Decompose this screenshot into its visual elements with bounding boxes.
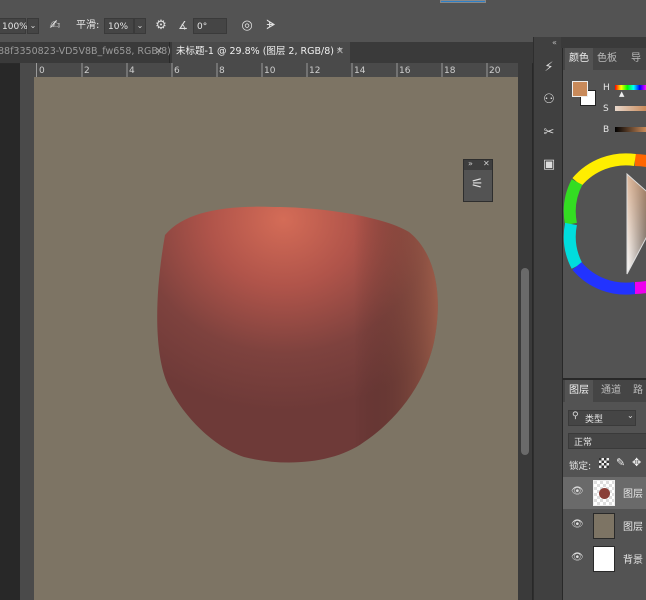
close-icon[interactable]: ✕ <box>155 42 163 62</box>
close-icon[interactable]: ✕ <box>336 42 344 62</box>
ruler-tick-label: 12 <box>309 66 320 76</box>
angle-icon: ∡ <box>178 19 188 32</box>
document-thumbnail <box>440 0 486 3</box>
color-panel-tabs: 颜色 色板 导 <box>563 48 646 70</box>
saturation-slider[interactable] <box>615 106 646 111</box>
panel-header-strip <box>561 37 646 48</box>
visibility-eye-icon[interactable]: 👁 <box>571 519 584 530</box>
tab-swatches[interactable]: 色板 <box>593 48 621 70</box>
clone-source-icon[interactable]: ⚇ <box>538 89 560 111</box>
chevron-down-icon: ⌄ <box>627 411 634 420</box>
ruler-tick-label: 4 <box>129 66 135 76</box>
layer-name[interactable]: 背景 <box>623 551 643 566</box>
layer-row-background[interactable]: 👁 背景 <box>563 543 646 575</box>
gear-icon[interactable]: ⚙ <box>152 18 170 34</box>
search-icon: ⚲ <box>572 411 579 421</box>
tool-presets-icon[interactable]: ✂ <box>538 122 560 144</box>
airbrush-pressure-icon[interactable]: ✍ <box>46 18 64 34</box>
ruler-tick-label: 10 <box>264 66 276 76</box>
layer-filter-dropdown[interactable]: ⚲ 类型 ⌄ <box>568 410 636 426</box>
panel-dock: « ⚡ ⚇ ✂ ▣ <box>533 37 562 600</box>
layers-panel-tabs: 图层 通道 路 <box>563 380 646 402</box>
ruler-tick-label: 18 <box>444 66 456 76</box>
layer-name[interactable]: 图层 2 <box>623 485 646 500</box>
tab-color[interactable]: 颜色 <box>565 48 593 70</box>
lock-position-icon[interactable]: ✥ <box>632 456 641 469</box>
tab-guides[interactable]: 导 <box>627 48 645 70</box>
layer-thumbnail <box>593 513 615 539</box>
scrollbar-thumb[interactable] <box>521 268 529 455</box>
blend-mode-dropdown[interactable]: 正常 <box>568 433 646 449</box>
tab-channels[interactable]: 通道 <box>597 380 625 402</box>
document-canvas[interactable] <box>34 77 518 600</box>
angle-field[interactable]: 0° <box>193 18 227 34</box>
color-panel: 颜色 色板 导 H ▲ S B <box>563 48 646 378</box>
pasteboard <box>0 77 20 600</box>
ruler-corner <box>20 63 34 77</box>
tab-document-2[interactable]: 未标题-1 @ 29.8% (图层 2, RGB/8) * ✕ <box>172 42 350 63</box>
brightness-slider[interactable] <box>615 127 646 132</box>
tab-document-1[interactable]: 88f3350823-VD5V8B_fw658, RGB/8) ✕ <box>0 42 171 63</box>
painted-shape <box>157 206 438 463</box>
filter-label: 类型 <box>585 415 604 425</box>
tab-paths[interactable]: 路 <box>629 380 646 402</box>
ruler-tick-label: 14 <box>354 66 366 76</box>
visibility-eye-icon[interactable]: 👁 <box>571 486 584 497</box>
history-icon[interactable]: ▣ <box>538 154 560 176</box>
ruler-ticks: 0 2 4 6 8 10 12 14 16 18 20 <box>36 63 501 77</box>
collapse-dock-icon[interactable]: « <box>552 38 557 47</box>
pressure-size-icon[interactable]: ◎ <box>238 18 256 34</box>
visibility-eye-icon[interactable]: 👁 <box>571 552 584 563</box>
document-tab-bar: 88f3350823-VD5V8B_fw658, RGB/8) ✕ 未标题-1 … <box>0 42 534 64</box>
slider-label-b: B <box>603 125 610 135</box>
layers-panel: 图层 通道 路 ⚲ 类型 ⌄ 正常 锁定: ✎ ✥ 👁 图层 2 👁 图层 1 … <box>563 380 646 600</box>
opacity-field[interactable]: 100% <box>0 18 28 34</box>
thumbnail-shape <box>599 488 610 499</box>
ruler-tick-label: 2 <box>84 66 90 76</box>
horizontal-ruler: 0 2 4 6 8 10 12 14 16 18 20 <box>34 63 518 78</box>
collapse-icon[interactable]: » <box>468 159 473 168</box>
brush-presets-icon[interactable]: ⚡ <box>538 57 560 79</box>
ruler-tick-label: 0 <box>39 66 45 76</box>
layer-thumbnail <box>593 480 615 506</box>
floating-panel: » ✕ ⚟ <box>463 159 493 202</box>
smoothing-dropdown[interactable]: ⌄ <box>134 18 146 34</box>
tab-layers[interactable]: 图层 <box>565 380 593 402</box>
brush-settings-icon[interactable]: ⚟ <box>471 176 484 192</box>
slider-label-h: H <box>603 83 610 93</box>
layer-name[interactable]: 图层 1 <box>623 518 646 533</box>
tab-label: 未标题-1 @ 29.8% (图层 2, RGB/8) * <box>176 46 342 57</box>
ruler-tick-label: 20 <box>489 66 501 76</box>
lock-transparency-icon[interactable] <box>599 458 609 468</box>
close-icon[interactable]: ✕ <box>483 159 490 168</box>
layer-row-1[interactable]: 👁 图层 1 <box>563 510 646 542</box>
opacity-dropdown[interactable]: ⌄ <box>27 18 39 34</box>
symmetry-butterfly-icon[interactable]: ᗘ <box>262 18 280 34</box>
foreground-color-swatch[interactable] <box>572 81 588 97</box>
layer-row-2[interactable]: 👁 图层 2 <box>563 477 646 509</box>
smoothing-label: 平滑: <box>76 20 100 31</box>
tab-label: 88f3350823-VD5V8B_fw658, RGB/8) <box>0 46 171 57</box>
slider-label-s: S <box>603 104 609 114</box>
blend-mode-value: 正常 <box>574 438 593 448</box>
ruler-tick-label: 16 <box>399 66 411 76</box>
vertical-ruler <box>20 77 34 600</box>
lock-label: 锁定: <box>569 461 592 472</box>
smoothing-field[interactable]: 10% <box>104 18 134 34</box>
lock-pixels-icon[interactable]: ✎ <box>616 456 625 469</box>
ruler-tick-label: 8 <box>219 66 225 76</box>
ruler-tick-label: 6 <box>174 66 180 76</box>
slider-caret-icon: ▲ <box>619 90 625 98</box>
top-strip <box>0 0 646 12</box>
layer-thumbnail <box>593 546 615 572</box>
color-wheel[interactable] <box>563 148 646 328</box>
